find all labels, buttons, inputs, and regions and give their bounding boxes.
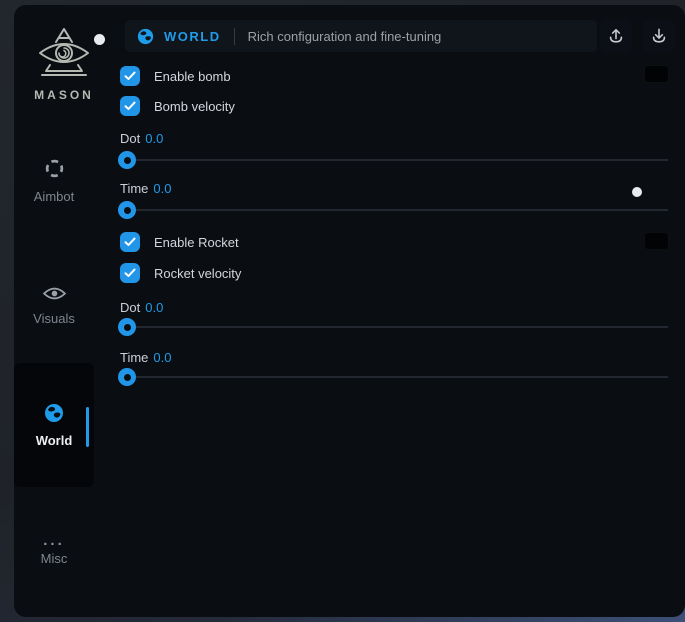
sidebar-item-world[interactable]: World <box>14 363 94 487</box>
checkbox-label: Enable Rocket <box>154 235 239 250</box>
bomb-color-swatch[interactable] <box>644 65 669 83</box>
upload-config-button[interactable] <box>600 20 632 52</box>
globe-icon <box>137 28 154 45</box>
thumb-center <box>124 157 131 164</box>
slider-value: 0.0 <box>153 181 171 196</box>
crosshair-icon <box>44 166 65 183</box>
ellipsis-icon: ... <box>14 536 94 546</box>
bomb-dot-slider-track[interactable] <box>120 159 668 161</box>
rocket-time-slider-track[interactable] <box>120 376 668 378</box>
checkbox-label: Enable bomb <box>154 69 231 84</box>
sidebar-item-misc[interactable]: ... Misc <box>14 536 94 566</box>
download-config-button[interactable] <box>643 20 675 52</box>
sidebar-item-label: Misc <box>14 551 94 566</box>
thumb-center <box>124 207 131 214</box>
slider-label: Time 0.0 <box>120 350 171 365</box>
checkbox-row: Enable bomb <box>120 66 231 86</box>
thumb-center <box>124 374 131 381</box>
enable-bomb-checkbox[interactable] <box>120 66 140 86</box>
bomb-time-slider-track[interactable] <box>120 209 668 211</box>
rocket-color-swatch[interactable] <box>644 232 669 250</box>
thumb-center <box>124 324 131 331</box>
sidebar-item-label: Aimbot <box>14 189 94 204</box>
checkbox-row: Bomb velocity <box>120 96 235 116</box>
bomb-dot-slider-thumb[interactable] <box>118 151 136 169</box>
upload-icon <box>606 26 626 46</box>
check-icon <box>124 71 136 81</box>
rocket-time-slider-thumb[interactable] <box>118 368 136 386</box>
page-subtitle: Rich configuration and fine-tuning <box>248 29 442 44</box>
active-indicator <box>86 407 89 447</box>
slider-name: Dot <box>120 300 140 315</box>
slider-label: Dot 0.0 <box>120 131 163 146</box>
bomb-time-slider-thumb[interactable] <box>118 201 136 219</box>
globe-icon <box>44 403 64 428</box>
check-icon <box>124 101 136 111</box>
page-title: WORLD <box>164 29 221 44</box>
check-icon <box>124 237 136 247</box>
rocket-dot-slider-track[interactable] <box>120 326 668 328</box>
slider-name: Dot <box>120 131 140 146</box>
eye-icon <box>43 288 66 305</box>
slider-value: 0.0 <box>153 350 171 365</box>
sidebar-item-aimbot[interactable]: Aimbot <box>14 158 94 204</box>
desktop: { "brand": { "name": "MASON" }, "sidebar… <box>0 0 685 622</box>
slider-label: Time 0.0 <box>120 181 171 196</box>
header-divider <box>234 28 235 45</box>
slider-name: Time <box>120 350 148 365</box>
sidebar-item-label: World <box>36 433 73 448</box>
slider-name: Time <box>120 181 148 196</box>
enable-rocket-checkbox[interactable] <box>120 232 140 252</box>
check-icon <box>124 268 136 278</box>
cursor-dot <box>94 34 105 45</box>
slider-label: Dot 0.0 <box>120 300 163 315</box>
sidebar-item-label: Visuals <box>14 311 94 326</box>
rocket-velocity-checkbox[interactable] <box>120 263 140 283</box>
bomb-velocity-checkbox[interactable] <box>120 96 140 116</box>
mason-logo-icon <box>34 66 94 83</box>
brand-name: MASON <box>22 88 106 102</box>
slider-value: 0.0 <box>145 300 163 315</box>
sidebar-item-visuals[interactable]: Visuals <box>14 286 94 326</box>
page-header: WORLD Rich configuration and fine-tuning <box>125 20 597 52</box>
app-window: MASON Aimbot Visuals World ... <box>14 5 685 617</box>
checkbox-label: Bomb velocity <box>154 99 235 114</box>
checkbox-label: Rocket velocity <box>154 266 241 281</box>
download-icon <box>649 26 669 46</box>
checkbox-row: Rocket velocity <box>120 263 241 283</box>
slider-value: 0.0 <box>145 131 163 146</box>
checkbox-row: Enable Rocket <box>120 232 239 252</box>
rocket-dot-slider-thumb[interactable] <box>118 318 136 336</box>
cursor-dot <box>632 187 642 197</box>
